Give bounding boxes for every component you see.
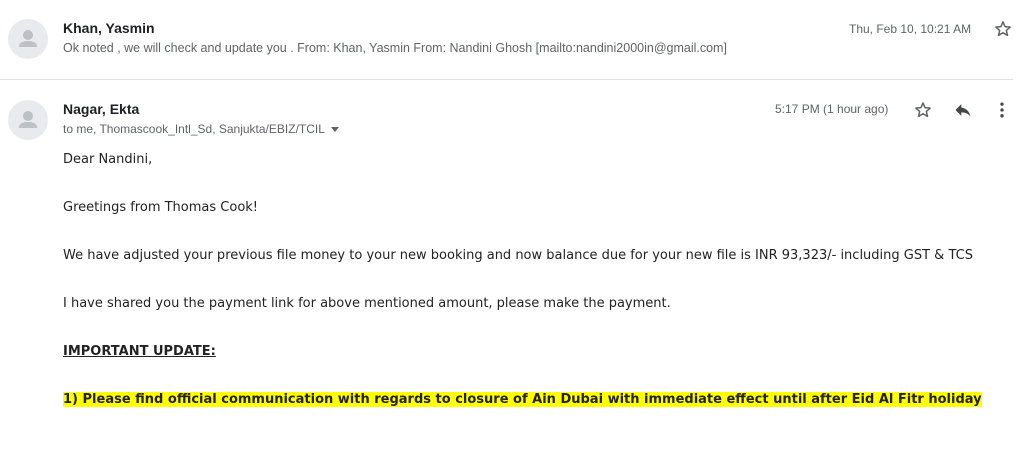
person-icon: [19, 30, 37, 47]
important-heading: IMPORTANT UPDATE:: [63, 344, 216, 359]
body-paragraph: Greetings from Thomas Cook!: [63, 200, 259, 215]
reply-icon[interactable]: [951, 98, 975, 122]
person-icon: [19, 111, 37, 128]
sender-name: Nagar, Ekta: [63, 101, 140, 117]
avatar: [8, 100, 48, 140]
message-date: 5:17 PM (1 hour ago): [775, 102, 889, 116]
recipients-dropdown[interactable]: to me, Thomascook_Intl_Sd, Sanjukta/EBIZ…: [63, 122, 339, 136]
avatar: [8, 19, 48, 59]
chevron-down-icon[interactable]: [330, 126, 339, 132]
star-icon[interactable]: [911, 98, 935, 122]
sender-name: Khan, Yasmin: [63, 20, 155, 36]
collapsed-message[interactable]: Khan, Yasmin Ok noted , we will check an…: [0, 0, 1020, 79]
greeting-text: Dear Nandini,: [63, 152, 153, 167]
highlight-text: 1) Please find official communication wi…: [63, 392, 982, 407]
message-snippet: Ok noted , we will check and update you …: [63, 41, 727, 55]
recipients-label: to me, Thomascook_Intl_Sd, Sanjukta/EBIZ…: [63, 122, 325, 136]
body-paragraph: I have shared you the payment link for a…: [63, 296, 671, 311]
highlighted-notice: 1) Please find official communication wi…: [63, 392, 982, 407]
body-paragraph: We have adjusted your previous file mone…: [63, 248, 973, 263]
message-date: Thu, Feb 10, 10:21 AM: [849, 22, 972, 36]
more-vert-icon[interactable]: [990, 98, 1014, 122]
star-icon[interactable]: [991, 17, 1015, 41]
